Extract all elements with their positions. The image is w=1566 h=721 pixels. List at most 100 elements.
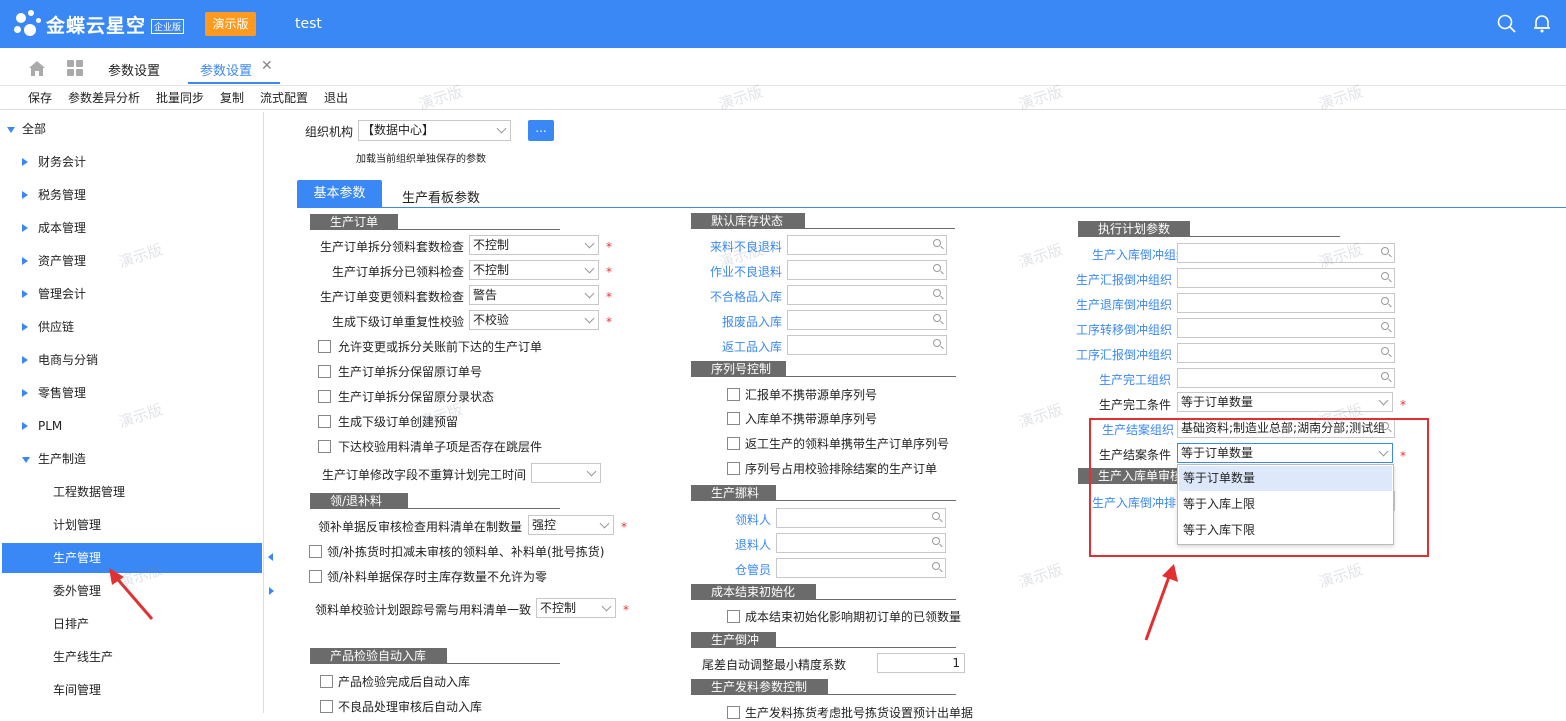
finish-org-field[interactable] [1177,368,1395,388]
op-report-backflush-org-field[interactable] [1177,343,1395,363]
picker-label[interactable]: 领料人 [735,511,771,528]
warehouse-keeper-label[interactable]: 仓管员 [735,561,771,578]
stock-label-work-bad[interactable]: 作业不良退料 [710,263,782,280]
checkbox-report-no-serial[interactable] [727,388,740,401]
search-icon[interactable] [1381,322,1389,330]
stock-field-rework[interactable] [787,335,947,355]
sidebar-item-planning[interactable]: 计划管理 [0,510,262,540]
search-icon[interactable] [1381,297,1389,305]
checkbox-check-bom-skip[interactable] [318,440,331,453]
sidebar-item-plm[interactable]: PLM [0,411,262,441]
returner-field[interactable] [776,533,946,553]
tab-basic-params[interactable]: 基本参数 [297,180,382,207]
copy-button[interactable]: 复制 [220,89,244,106]
sidebar-item-line[interactable]: 生产线生产 [0,642,262,672]
sidebar-item-finance[interactable]: 财务会计 [0,147,262,177]
home-icon[interactable] [27,59,47,77]
sidebar-item-cost[interactable]: 成本管理 [0,213,262,243]
checkbox-cost-init[interactable] [727,610,740,623]
search-icon[interactable] [932,537,940,545]
checkbox-pick-deduct[interactable] [309,545,322,558]
stock-label-rework[interactable]: 返工品入库 [722,338,782,355]
sidebar-item-workshop[interactable]: 车间管理 [0,675,262,705]
org-more-button[interactable]: ... [528,120,554,141]
sidebar-item-engineering[interactable]: 工程数据管理 [0,477,262,507]
checkbox-no-zero-qty[interactable] [309,570,322,583]
search-icon[interactable] [933,289,941,297]
sidebar-item-all[interactable]: 全部 [0,114,262,144]
warehouse-keeper-field[interactable] [776,558,946,578]
search-icon[interactable] [1381,272,1389,280]
checkbox-instock-no-serial[interactable] [727,412,740,425]
search-icon[interactable] [932,562,940,570]
batch-sync-button[interactable]: 批量同步 [156,89,204,106]
search-icon[interactable] [1381,247,1389,255]
order-split-check-select[interactable]: 不控制 [469,235,599,255]
checkbox-serial-exclude[interactable] [727,462,740,475]
track-no-check-select[interactable]: 不控制 [536,598,616,618]
exit-button[interactable]: 退出 [324,89,348,106]
sidebar-item-ecommerce[interactable]: 电商与分销 [0,345,262,375]
search-icon[interactable] [1497,14,1517,34]
stock-field-incoming-bad[interactable] [787,235,947,255]
search-icon[interactable] [1381,372,1389,380]
sub-order-dup-select[interactable]: 不校验 [469,310,599,330]
save-button[interactable]: 保存 [28,89,52,106]
finish-org-label[interactable]: 生产完工组织 [1099,371,1171,388]
checkbox-rework-serial[interactable] [727,437,740,450]
report-backflush-org-field[interactable] [1177,268,1395,288]
checkbox-keep-entry-status[interactable] [318,390,331,403]
min-precision-input[interactable]: 1 [877,653,965,673]
sidebar-item-mgmt-acct[interactable]: 管理会计 [0,279,262,309]
search-icon[interactable] [933,339,941,347]
sidebar-item-retail[interactable]: 零售管理 [0,378,262,408]
search-icon[interactable] [1381,347,1389,355]
reverse-audit-select[interactable]: 强控 [528,515,614,535]
grid-icon[interactable] [66,59,84,77]
returner-label[interactable]: 退料人 [735,536,771,553]
tab-param-settings[interactable]: 参数设置 [108,60,160,79]
report-backflush-org-label[interactable]: 生产汇报倒冲组织 [1076,271,1172,288]
checkbox-allow-change[interactable] [318,340,331,353]
close-icon[interactable]: ✕ [261,58,273,74]
demo-badge[interactable]: 演示版 [205,12,256,36]
search-icon[interactable] [933,264,941,272]
instock-backflush-org-label[interactable]: 生产入库倒冲组织 [1092,246,1188,263]
checkbox-keep-order-no[interactable] [318,365,331,378]
tab-param-settings-active[interactable]: 参数设置 [200,60,252,79]
checkbox-inspect-done[interactable] [320,675,333,688]
param-diff-button[interactable]: 参数差异分析 [68,89,140,106]
finish-condition-select[interactable]: 等于订单数量 [1177,392,1393,412]
search-icon[interactable] [933,239,941,247]
stock-label-scrap[interactable]: 报废品入库 [722,313,782,330]
return-backflush-org-label[interactable]: 生产退库倒冲组织 [1076,296,1172,313]
no-recalc-time-select[interactable] [531,463,601,483]
picker-field[interactable] [776,508,946,528]
sidebar-item-asset[interactable]: 资产管理 [0,246,262,276]
bell-icon[interactable] [1532,13,1552,33]
return-backflush-org-field[interactable] [1177,293,1395,313]
expand-right-icon[interactable] [269,587,274,595]
sidebar-item-tax[interactable]: 税务管理 [0,180,262,210]
stock-label-nonconforming[interactable]: 不合格品入库 [710,288,782,305]
stock-label-incoming-bad[interactable]: 来料不良退料 [710,238,782,255]
stock-field-work-bad[interactable] [787,260,947,280]
search-icon[interactable] [933,314,941,322]
search-icon[interactable] [932,512,940,520]
op-report-backflush-org-label[interactable]: 工序汇报倒冲组织 [1076,346,1172,363]
collapse-left-icon[interactable] [268,553,273,561]
order-change-check-select[interactable]: 警告 [469,285,599,305]
stock-field-scrap[interactable] [787,310,947,330]
sidebar-item-supply[interactable]: 供应链 [0,312,262,342]
checkbox-create-reserve[interactable] [318,415,331,428]
stock-field-nonconforming[interactable] [787,285,947,305]
checkbox-defect-audit[interactable] [320,700,333,713]
tenant-name[interactable]: test [295,16,322,32]
tab-kanban-params[interactable]: 生产看板参数 [402,187,480,206]
flow-config-button[interactable]: 流式配置 [260,89,308,106]
instock-backflush-org-field[interactable] [1177,243,1395,263]
order-split-picked-select[interactable]: 不控制 [469,260,599,280]
org-select[interactable]: 【数据中心】 [358,120,511,141]
sidebar-item-manufacturing[interactable]: 生产制造 [0,444,262,474]
transfer-backflush-org-label[interactable]: 工序转移倒冲组织 [1076,321,1172,338]
